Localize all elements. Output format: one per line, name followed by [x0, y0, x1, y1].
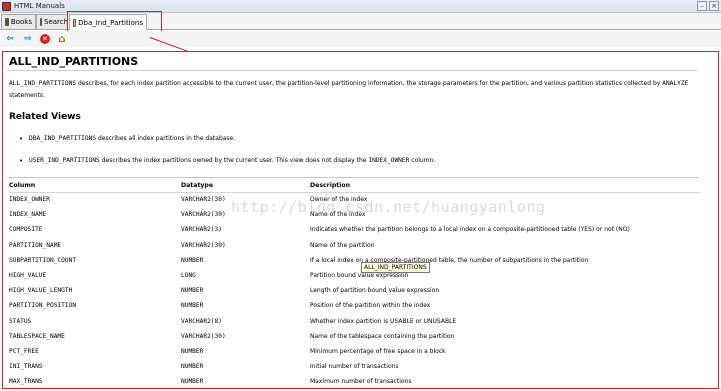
related-view-text-end: column.: [409, 157, 436, 164]
row-datatype: VARCHAR2(3): [181, 226, 222, 234]
row-description: Position of the partition within the ind…: [310, 302, 431, 310]
row-description: Name of the index: [310, 211, 366, 219]
row-column-name: INDEX_NAME: [9, 211, 47, 219]
table-row: MAX_TRANS NUMBER Maximum number of transac…: [9, 374, 700, 388]
table-row: SUBPARTITION_COUNT NUMBER If a local index…: [9, 253, 700, 268]
row-datatype: NUMBER: [181, 302, 204, 310]
book-icon: [5, 18, 9, 26]
row-column-name: PARTITION_POSITION: [9, 302, 77, 310]
stop-icon[interactable]: ✕: [40, 34, 50, 44]
table-row: COMPOSITE VARCHAR2(3) Indicates whether th…: [9, 222, 700, 237]
columns-table: Column Datatype Description INDEX_OWNER V…: [9, 180, 700, 388]
page-title: ALL_IND_PARTITIONS: [9, 55, 139, 68]
related-view-code[interactable]: USER_IND_PARTITIONS: [29, 157, 100, 164]
window-controls: – ×: [697, 1, 719, 11]
related-view-text: describes all index partitions in the da…: [96, 135, 236, 142]
row-column-name: PARTITION_NAME: [9, 241, 62, 249]
minimize-button[interactable]: –: [697, 1, 707, 11]
row-column-name: STATUS: [9, 317, 32, 325]
related-view-code-inline: INDEX_OWNER: [368, 157, 410, 164]
content-pane: ALL_IND_PARTITIONS ALL_IND_PARTITIONS de…: [2, 51, 719, 389]
row-column-name: MAX_TRANS: [9, 378, 43, 386]
row-column-name: HIGH_VALUE: [9, 272, 47, 280]
header-description: Description: [310, 180, 700, 193]
intro-code-analyze: ANALYZE: [662, 80, 689, 87]
tab-label: Books: [10, 18, 32, 26]
row-column-name: INDEX_OWNER: [9, 196, 50, 204]
row-description: Indicates whether the partition belongs …: [310, 226, 630, 234]
tab-books[interactable]: Books: [1, 14, 36, 29]
table-row: HIGH_VALUE_LENGTH NUMBER Length of partiti…: [9, 283, 700, 298]
intro-text-end: statements.: [9, 92, 45, 99]
row-description: Maximum number of transactions: [310, 378, 412, 386]
row-datatype: NUMBER: [181, 287, 204, 295]
list-item: DBA_IND_PARTITIONS describes all index p…: [17, 135, 687, 157]
row-column-name: COMPOSITE: [9, 226, 43, 234]
row-datatype: VARCHAR2(8): [181, 317, 222, 325]
intro-code: ALL_IND_PARTITIONS: [9, 80, 77, 87]
header-datatype: Datatype: [181, 180, 310, 193]
window-title: HTML Manuals: [14, 2, 65, 10]
row-datatype: NUMBER: [181, 378, 204, 386]
row-description: Name of the partition: [310, 241, 375, 249]
row-column-name: INI_TRANS: [9, 363, 43, 371]
table-row: PCT_FREE NUMBER Minimum percentage of free…: [9, 344, 700, 359]
related-view-code[interactable]: DBA_IND_PARTITIONS: [29, 135, 96, 142]
table-divider: [7, 177, 699, 178]
back-arrow-icon[interactable]: ⇦: [5, 34, 15, 44]
row-datatype: NUMBER: [181, 347, 204, 355]
row-datatype: NUMBER: [181, 256, 204, 264]
row-datatype: VARCHAR2(30): [181, 241, 226, 249]
table-row: TABLESPACE_NAME VARCHAR2(30) Name of the t…: [9, 329, 700, 344]
list-item: USER_IND_PARTITIONS describes the index …: [17, 157, 687, 179]
title-divider: [7, 70, 697, 71]
row-column-name: PCT_FREE: [9, 347, 39, 355]
intro-text: describes, for each index partition acce…: [76, 80, 663, 87]
row-column-name: HIGH_VALUE_LENGTH: [9, 287, 73, 295]
table-row: INI_TRANS NUMBER Initial number of transac…: [9, 359, 700, 374]
related-views-heading: Related Views: [9, 112, 81, 122]
table-row: HIGH_VALUE LONG Partition bound value expr…: [9, 268, 700, 283]
tooltip: ALL_IND_PARTITIONS: [361, 262, 430, 273]
table-row: INDEX_NAME VARCHAR2(30) Name of the index: [9, 207, 700, 222]
table-row: PARTITION_NAME VARCHAR2(30) Name of the pa…: [9, 238, 700, 253]
row-description: Name of the tablespace containing the pa…: [310, 332, 455, 340]
search-icon: [40, 18, 42, 26]
toolbar: ⇦ ⇨ ✕ ⌂: [0, 31, 721, 47]
row-datatype: VARCHAR2(30): [181, 211, 226, 219]
row-datatype: VARCHAR2(30): [181, 196, 226, 204]
row-description: Initial number of transactions: [310, 363, 399, 371]
close-button[interactable]: ×: [709, 1, 719, 11]
row-datatype: LONG: [181, 272, 196, 280]
forward-arrow-icon[interactable]: ⇨: [23, 34, 33, 44]
home-icon[interactable]: ⌂: [57, 34, 67, 45]
row-description: Length of partition bound value expressi…: [310, 287, 440, 295]
app-icon: [2, 2, 11, 11]
row-description: Whether index partition is USABLE or UNU…: [310, 317, 457, 325]
table-row: INDEX_OWNER VARCHAR2(30) Owner of the inde…: [9, 192, 700, 207]
tab-search[interactable]: Search: [36, 14, 68, 29]
intro-paragraph: ALL_IND_PARTITIONS describes, for each i…: [9, 78, 699, 102]
header-column: Column: [9, 180, 181, 193]
row-column-name: SUBPARTITION_COUNT: [9, 256, 77, 264]
row-datatype: VARCHAR2(30): [181, 332, 226, 340]
related-views-list: DBA_IND_PARTITIONS describes all index p…: [17, 135, 687, 179]
table-row: PARTITION_POSITION NUMBER Position of the …: [9, 298, 700, 313]
row-description: Minimum percentage of free space in a bl…: [310, 347, 446, 355]
row-column-name: TABLESPACE_NAME: [9, 332, 65, 340]
row-datatype: NUMBER: [181, 363, 204, 371]
tab-label: Search: [44, 18, 69, 26]
related-view-text: describes the index partitions owned by …: [99, 157, 369, 164]
table-row: STATUS VARCHAR2(8) Whether index partition…: [9, 314, 700, 329]
table-header-row: Column Datatype Description: [9, 180, 700, 193]
row-description: Owner of the index: [310, 196, 368, 204]
